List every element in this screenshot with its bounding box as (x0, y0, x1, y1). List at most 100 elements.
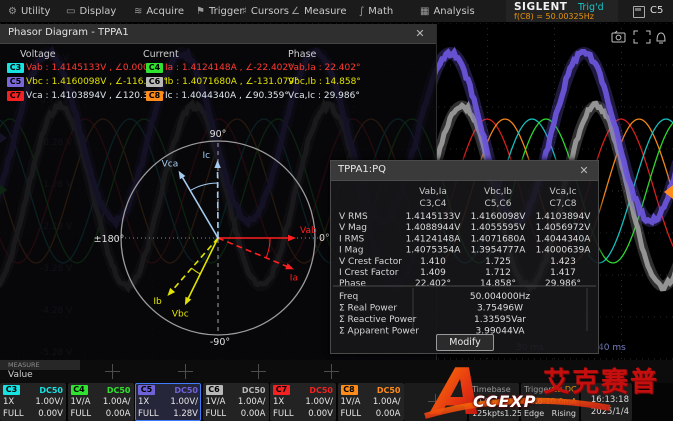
probe-label: 1V/A (206, 396, 226, 408)
scale-label: 1.00A/ (373, 396, 401, 408)
coupling-label: DC50 (242, 386, 266, 395)
probe-label: 1X (273, 396, 284, 408)
menu-item-cursors[interactable]: ♯Cursors (242, 0, 289, 22)
probe-label: 1X (138, 396, 149, 408)
svg-text:14.858°: 14.858° (480, 279, 516, 289)
coupling-label: DC50 (107, 386, 131, 395)
bandwidth-label: FULL (341, 408, 362, 420)
scale-label: 1.00V/ (35, 396, 63, 408)
scale-label: 1.00A/ (238, 396, 266, 408)
channel-badge: C5 (138, 385, 155, 395)
menu-item-acquire[interactable]: ≋Acquire (134, 0, 184, 22)
close-icon[interactable]: ✕ (412, 27, 428, 40)
trigger-box[interactable]: TriggerC8 DC Auto-10.0mA EdgeRising (521, 383, 579, 421)
svg-text:V RMS: V RMS (339, 212, 368, 222)
cursors-icon: ♯ (242, 6, 247, 17)
add-channel-slot[interactable] (404, 383, 467, 421)
channel-box-c5[interactable]: C5DC501X1.00V/FULL1.28V (135, 383, 201, 421)
coupling-label: DC50 (377, 386, 401, 395)
menu-item-display[interactable]: ▭Display (66, 0, 116, 22)
offset-label: 0.00V (38, 408, 63, 420)
phase-angle-arc (192, 268, 201, 274)
fullscreen-icon (646, 39, 650, 43)
measure-strip: MEASURE Value (0, 360, 673, 383)
fullscreen-icon (646, 31, 650, 35)
probe-label: 1X (3, 396, 14, 408)
time-label: 16:13:18 (591, 394, 629, 406)
svg-text:I Mag: I Mag (339, 246, 364, 256)
menu-label: Display (79, 6, 116, 17)
menu-item-measure[interactable]: ∠ Measure (291, 0, 346, 22)
channel-box-c4[interactable]: C4DC501V/A1.00A/FULL0.00A (68, 383, 134, 421)
active-channel-label[interactable]: C5 (650, 5, 663, 16)
svg-text:Vbc,Ib: Vbc,Ib (484, 187, 512, 197)
svg-text:Ic: Ic (203, 151, 211, 161)
svg-text:90°: 90° (210, 129, 227, 140)
svg-text:1.423: 1.423 (550, 257, 576, 267)
trigger-flag-icon: ⚑ (196, 6, 205, 17)
offset-label: 0.00A (241, 408, 266, 420)
pq-table: Vab,IaVbc,IbVca,IcC3,C4C5,C6C7,C8V RMS1.… (331, 161, 598, 353)
add-measure-slot[interactable] (324, 364, 339, 379)
measure-title: MEASURE (0, 360, 80, 370)
probe-label: 1V/A (341, 396, 361, 408)
pq-dialog: TPPA1:PQ ✕ Vab,IaVbc,IbVca,IcC3,C4C5,C6C… (330, 160, 599, 354)
add-measure-slot[interactable] (105, 364, 120, 379)
svg-text:Σ Reactive Power: Σ Reactive Power (339, 315, 417, 325)
phasor-vector-Vca (182, 176, 218, 238)
svg-text:1.410: 1.410 (420, 257, 446, 267)
menu-item-analysis[interactable]: ▦Analysis (420, 0, 475, 22)
svg-text:1.4000639A: 1.4000639A (536, 246, 592, 256)
measure-icon: ∠ (291, 6, 300, 17)
scale-label: 1.00V/ (170, 396, 198, 408)
channel-box-c3[interactable]: C3DC501X1.00V/FULL0.00V (0, 383, 66, 421)
coupling-label: DC50 (39, 386, 63, 395)
phasor-panel-titlebar: Phasor Diagram - TPPA1 ✕ (0, 24, 436, 44)
menu-item-math[interactable]: ∫Math (359, 0, 393, 22)
svg-text:Ia: Ia (290, 273, 298, 283)
add-measure-slot[interactable] (178, 364, 193, 379)
timebase-box[interactable]: Timebase 10.0ms/div 125kpts1.25MSa/s (469, 383, 519, 421)
menu-label: Measure (304, 6, 347, 17)
svg-text:1.4160098V: 1.4160098V (471, 212, 527, 222)
add-measure-slot[interactable] (251, 364, 266, 379)
oscilloscope-screen: 1.72 V0.72 V-0.28 V-1.28 V-2.28 V-3.28 V… (0, 0, 673, 421)
trigger-slope: Rising (552, 408, 576, 420)
svg-text:1.4103894V: 1.4103894V (536, 212, 592, 222)
channel-badge: C6 (206, 385, 223, 395)
acquire-icon: ≋ (134, 6, 142, 17)
svg-text:Σ Real Power: Σ Real Power (339, 304, 397, 314)
menu-label: Analysis (433, 6, 474, 17)
gear-icon: ⚙ (8, 6, 17, 17)
svg-text:50.004000Hz: 50.004000Hz (470, 292, 530, 302)
menu-label: Math (368, 6, 393, 17)
offset-label: 0.00V (308, 408, 333, 420)
svg-text:Vab,Ia: Vab,Ia (419, 187, 447, 197)
modify-button[interactable]: Modify (436, 334, 494, 351)
svg-text:Ib: Ib (153, 297, 162, 307)
svg-text:Vab: Vab (300, 226, 317, 236)
storage-icon[interactable] (633, 6, 645, 18)
svg-text:1.409: 1.409 (420, 268, 446, 278)
channel-badge: C7 (273, 385, 290, 395)
channel-box-c8[interactable]: C8DC501V/A1.00A/FULL0.00A (338, 383, 404, 421)
timebase-title: Timebase (472, 384, 511, 396)
bandwidth-label: FULL (273, 408, 294, 420)
channel-descriptor-row: C3DC501X1.00V/FULL0.00VC4DC501V/A1.00A/F… (0, 383, 673, 421)
svg-text:Phase: Phase (339, 279, 366, 289)
svg-text:Vca,Ic: Vca,Ic (549, 187, 576, 197)
menu-item-utility[interactable]: ⚙ Utility (8, 0, 50, 22)
svg-text:1.4071680A: 1.4071680A (471, 234, 527, 244)
svg-text:1.417: 1.417 (550, 268, 576, 278)
bandwidth-label: FULL (138, 408, 159, 420)
channel-box-c7[interactable]: C7DC501X1.00V/FULL0.00V (270, 383, 336, 421)
channel-badge: C4 (71, 385, 88, 395)
timebase-points: 125kpts (472, 408, 504, 420)
channel-box-c6[interactable]: C6 DC50 1V/A 1.00A/FULL 0.00A (203, 383, 269, 421)
svg-text:1.4075354A: 1.4075354A (406, 246, 462, 256)
scale-label: 1.00V/ (305, 396, 333, 408)
menu-label: Utility (21, 6, 50, 17)
menu-item-trigger[interactable]: ⚑Trigger (196, 0, 243, 22)
svg-text:1.4056972V: 1.4056972V (536, 223, 592, 233)
bandwidth-label: FULL (206, 408, 227, 420)
